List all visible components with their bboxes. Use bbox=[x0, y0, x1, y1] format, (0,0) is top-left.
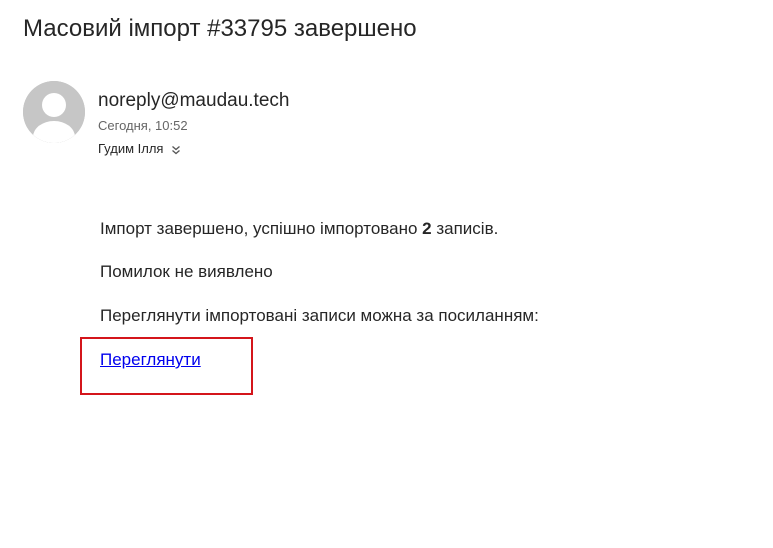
email-datetime: Сегодня, 10:52 bbox=[98, 118, 188, 133]
import-result-prefix: Імпорт завершено, успішно імпортовано bbox=[100, 219, 423, 238]
highlight-box bbox=[80, 337, 253, 395]
recipient-name: Гудим Ілля bbox=[98, 141, 164, 156]
email-subject: Масовий імпорт #33795 завершено bbox=[23, 15, 417, 42]
errors-text: Помилок не виявлено bbox=[100, 262, 273, 281]
double-chevron-down-icon bbox=[170, 143, 182, 155]
recipient-toggle[interactable]: Гудим Ілля bbox=[98, 140, 182, 158]
email-view: Масовий імпорт #33795 завершено noreply@… bbox=[0, 0, 773, 548]
imported-count: 2 bbox=[422, 219, 432, 238]
sender-address: noreply@maudau.tech bbox=[98, 90, 290, 111]
view-records-text: Переглянути імпортовані записи можна за … bbox=[100, 306, 539, 325]
import-result-suffix: записів. bbox=[431, 219, 499, 238]
sender-avatar bbox=[23, 81, 85, 143]
import-result-text: Імпорт завершено, успішно імпортовано 2 … bbox=[100, 218, 498, 240]
default-user-avatar-icon bbox=[23, 81, 85, 143]
